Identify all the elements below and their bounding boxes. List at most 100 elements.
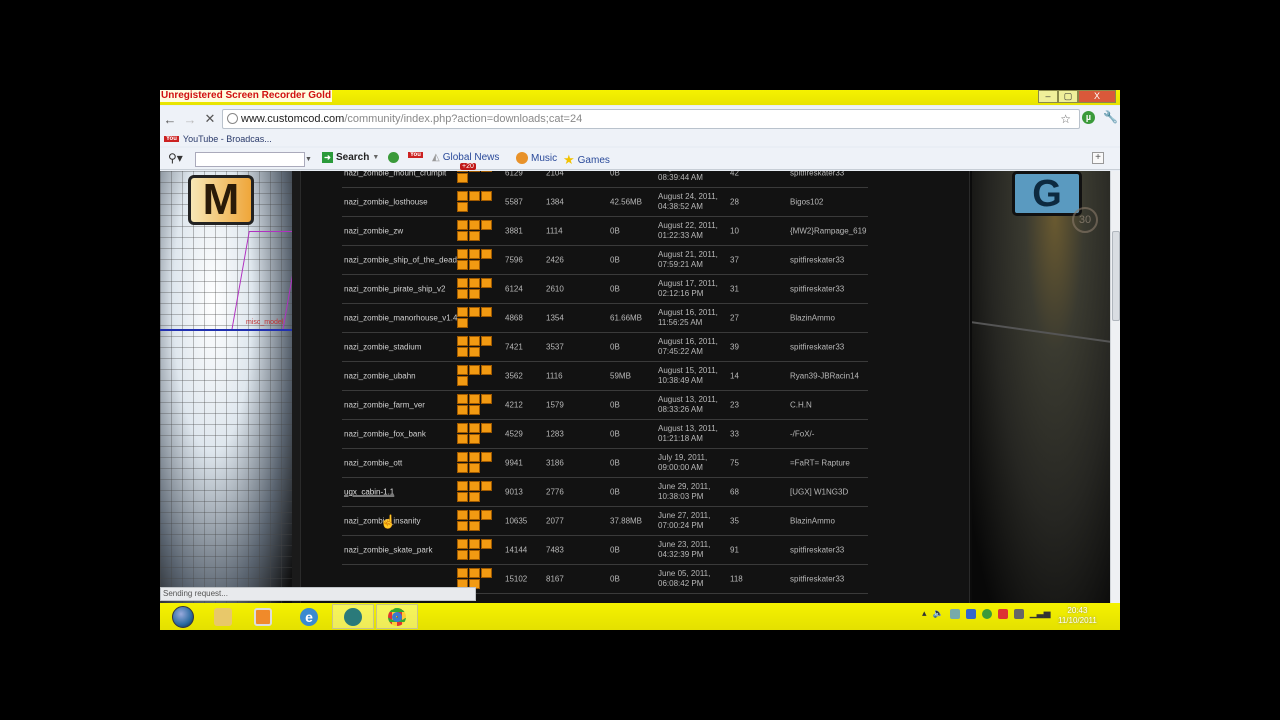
taskbar-media-player[interactable] bbox=[242, 604, 284, 629]
paypal-icon[interactable] bbox=[965, 608, 976, 619]
author-link[interactable]: Bigos102 bbox=[790, 198, 823, 207]
comments-count: 10 bbox=[730, 226, 739, 236]
blue-axis-line bbox=[160, 329, 292, 331]
upload-date: August 13, 2011, 08:33:26 AM bbox=[658, 395, 718, 415]
bookmark-star-icon[interactable]: ☆ bbox=[1060, 110, 1071, 128]
utorrent-tray-icon[interactable] bbox=[981, 608, 992, 619]
downloads-count: 7483 bbox=[546, 545, 564, 555]
games-button[interactable]: ★ Games bbox=[563, 152, 610, 168]
page-scrollbar[interactable] bbox=[1110, 171, 1120, 604]
author-link[interactable]: Ryan39-JBRacin14 bbox=[790, 372, 859, 381]
author-link[interactable]: [UGX] W1NG3D bbox=[790, 488, 848, 497]
toolbar-search-button[interactable]: ➜ Search ▼ bbox=[322, 152, 379, 163]
bookmark-youtube[interactable]: YouTube - Broadcas... bbox=[183, 134, 272, 144]
download-name-link[interactable]: nazi_zombie_mount_crumpit bbox=[344, 171, 446, 178]
system-clock[interactable]: 20:43 11/10/2011 bbox=[1058, 606, 1097, 626]
rating-square bbox=[469, 365, 480, 375]
download-name-link[interactable]: nazi_zombie_zw bbox=[344, 227, 403, 236]
power-icon[interactable] bbox=[1013, 608, 1024, 619]
upload-date: August 22, 2011, 01:22:33 AM bbox=[658, 221, 718, 241]
taskbar-explorer[interactable] bbox=[202, 604, 244, 629]
search-toolbar: ⚲▾ ▼ ➜ Search ▼ You ◭ Global News +20 Music … bbox=[160, 148, 1120, 170]
download-name-link[interactable]: nazi_zombie_farm_ver bbox=[344, 401, 425, 410]
author-link[interactable]: spitfireskater33 bbox=[790, 575, 844, 584]
downloads-count: 1354 bbox=[546, 313, 564, 323]
author-link[interactable]: spitfireskater33 bbox=[790, 343, 844, 352]
search-dropdown-icon[interactable]: ▼ bbox=[305, 152, 313, 167]
author-link[interactable]: spitfireskater33 bbox=[790, 256, 844, 265]
download-name-link[interactable]: nazi_zombie_ott bbox=[344, 459, 402, 468]
speed-sign: 30 bbox=[1072, 207, 1098, 233]
author-link[interactable]: C.H.N bbox=[790, 401, 812, 410]
views-count: 10635 bbox=[505, 516, 528, 526]
wrench-menu-icon[interactable]: 🔧 bbox=[1103, 110, 1118, 124]
comments-count: 35 bbox=[730, 516, 739, 526]
taskbar-chrome[interactable] bbox=[376, 604, 418, 629]
author-link[interactable]: =FaRT= Rapture bbox=[790, 459, 850, 468]
download-name-link[interactable]: ugx_cabin-1.1 bbox=[344, 488, 394, 497]
rating-icon bbox=[457, 249, 493, 271]
volume-icon[interactable]: 🔈 bbox=[933, 608, 944, 619]
author-link[interactable]: spitfireskater33 bbox=[790, 546, 844, 555]
download-name-link[interactable]: nazi_zombie_ship_of_the_dead bbox=[344, 256, 457, 265]
utorrent-extension-icon[interactable]: µ bbox=[1082, 111, 1095, 124]
scrollbar-thumb[interactable] bbox=[1112, 231, 1120, 321]
author-link[interactable]: spitfireskater33 bbox=[790, 171, 844, 178]
forward-button[interactable]: → bbox=[180, 112, 200, 127]
download-name-link[interactable]: nazi_zombie_ubahn bbox=[344, 372, 416, 381]
chrome-icon bbox=[388, 607, 406, 626]
date-line: July 19, 2011, bbox=[658, 453, 708, 462]
file-size: 0B bbox=[610, 574, 620, 584]
add-toolbar-button[interactable]: + bbox=[1092, 152, 1104, 164]
music-button[interactable]: Music bbox=[516, 152, 557, 164]
toolbar-search-input[interactable] bbox=[195, 152, 305, 167]
download-name-link[interactable]: nazi_zombie_manorhouse_v1.4 bbox=[344, 314, 457, 323]
rating-square bbox=[457, 463, 468, 473]
download-name-link[interactable]: nazi_zombie_fox_bank bbox=[344, 430, 426, 439]
back-button[interactable]: ← bbox=[160, 112, 180, 127]
start-button[interactable] bbox=[162, 604, 204, 629]
signal-icon[interactable]: ▁▃▅ bbox=[1030, 608, 1051, 619]
left-background-art: M misc_model bbox=[160, 171, 301, 604]
author-link[interactable]: spitfireskater33 bbox=[790, 285, 844, 294]
rating-square bbox=[457, 394, 468, 404]
downloads-count: 1114 bbox=[546, 226, 563, 236]
site-logo-left: M bbox=[188, 175, 254, 225]
download-name-link[interactable]: nazi_zombie_pirate_ship_v2 bbox=[344, 285, 445, 294]
download-name-link[interactable]: nazi_zombie_losthouse bbox=[344, 198, 428, 207]
youtube-toolbar-icon[interactable]: You bbox=[408, 152, 427, 158]
time-line: 10:38:49 AM bbox=[658, 376, 703, 385]
show-hidden-icons[interactable]: ▴ bbox=[922, 608, 927, 619]
address-bar[interactable]: www.customcod.com/community/index.php?ac… bbox=[222, 109, 1080, 129]
rating-square bbox=[457, 376, 468, 386]
comments-count: 37 bbox=[730, 255, 739, 265]
download-name-link[interactable]: nazi_zombie_stadium bbox=[344, 343, 421, 352]
network-drive-icon[interactable] bbox=[949, 608, 960, 619]
date-line: June 27, 2011, bbox=[658, 511, 711, 520]
time-line: 09:00:00 AM bbox=[658, 463, 703, 472]
author-link[interactable]: BlazinAmmo bbox=[790, 314, 835, 323]
close-button[interactable]: X bbox=[1078, 90, 1116, 103]
minimize-button[interactable]: – bbox=[1038, 90, 1058, 103]
media-player-icon bbox=[254, 607, 272, 626]
time-line: 04:32:39 PM bbox=[658, 550, 704, 559]
global-news-button[interactable]: ◭ Global News +20 bbox=[432, 152, 499, 170]
taskbar-internet-explorer[interactable]: e bbox=[288, 604, 330, 629]
rating-square bbox=[469, 336, 480, 346]
author-link[interactable]: BlazinAmmo bbox=[790, 517, 835, 526]
comments-count: 39 bbox=[730, 342, 739, 352]
utorrent-icon[interactable] bbox=[388, 152, 399, 163]
taskbar-recorder[interactable] bbox=[332, 604, 374, 629]
search-magnifier-icon[interactable]: ⚲▾ bbox=[168, 151, 183, 165]
downloads-count: 8167 bbox=[546, 574, 564, 584]
author-link[interactable]: -/FoX/- bbox=[790, 430, 814, 439]
rating-icon bbox=[457, 171, 493, 184]
maximize-button[interactable]: ▢ bbox=[1058, 90, 1078, 103]
windows-orb-icon bbox=[172, 605, 194, 628]
author-link[interactable]: {MW2}Rampage_619 bbox=[790, 227, 867, 236]
stop-button[interactable]: ✕ bbox=[200, 111, 220, 127]
action-center-icon[interactable] bbox=[997, 608, 1008, 619]
date-line: June 05, 2011, bbox=[658, 569, 711, 578]
download-name-link[interactable]: nazi_zombie_skate_park bbox=[344, 546, 433, 555]
download-row: nazi_zombie_ship_of_the_dead 7596 2426 0B Au… bbox=[342, 246, 868, 275]
